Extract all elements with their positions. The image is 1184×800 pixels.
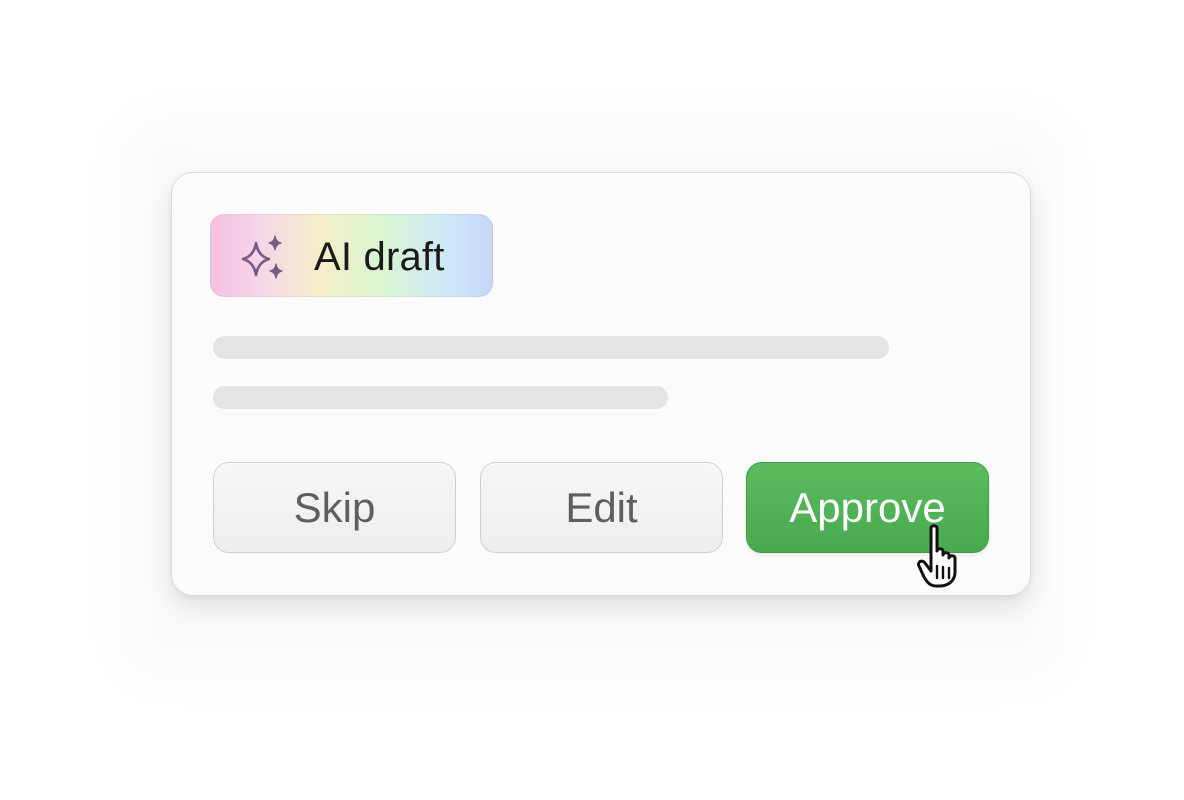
content-placeholder-line — [213, 386, 668, 409]
ai-draft-label: AI draft — [314, 235, 445, 279]
stage: AI draft Skip Edit Approve — [0, 0, 1184, 800]
hand-pointer-icon — [917, 524, 957, 588]
ai-draft-badge: AI draft — [210, 214, 493, 297]
sparkles-icon — [241, 235, 283, 279]
skip-button[interactable]: Skip — [213, 462, 456, 553]
ai-draft-card: AI draft Skip Edit Approve — [171, 172, 1031, 596]
edit-button[interactable]: Edit — [480, 462, 723, 553]
content-placeholder-line — [213, 336, 889, 359]
